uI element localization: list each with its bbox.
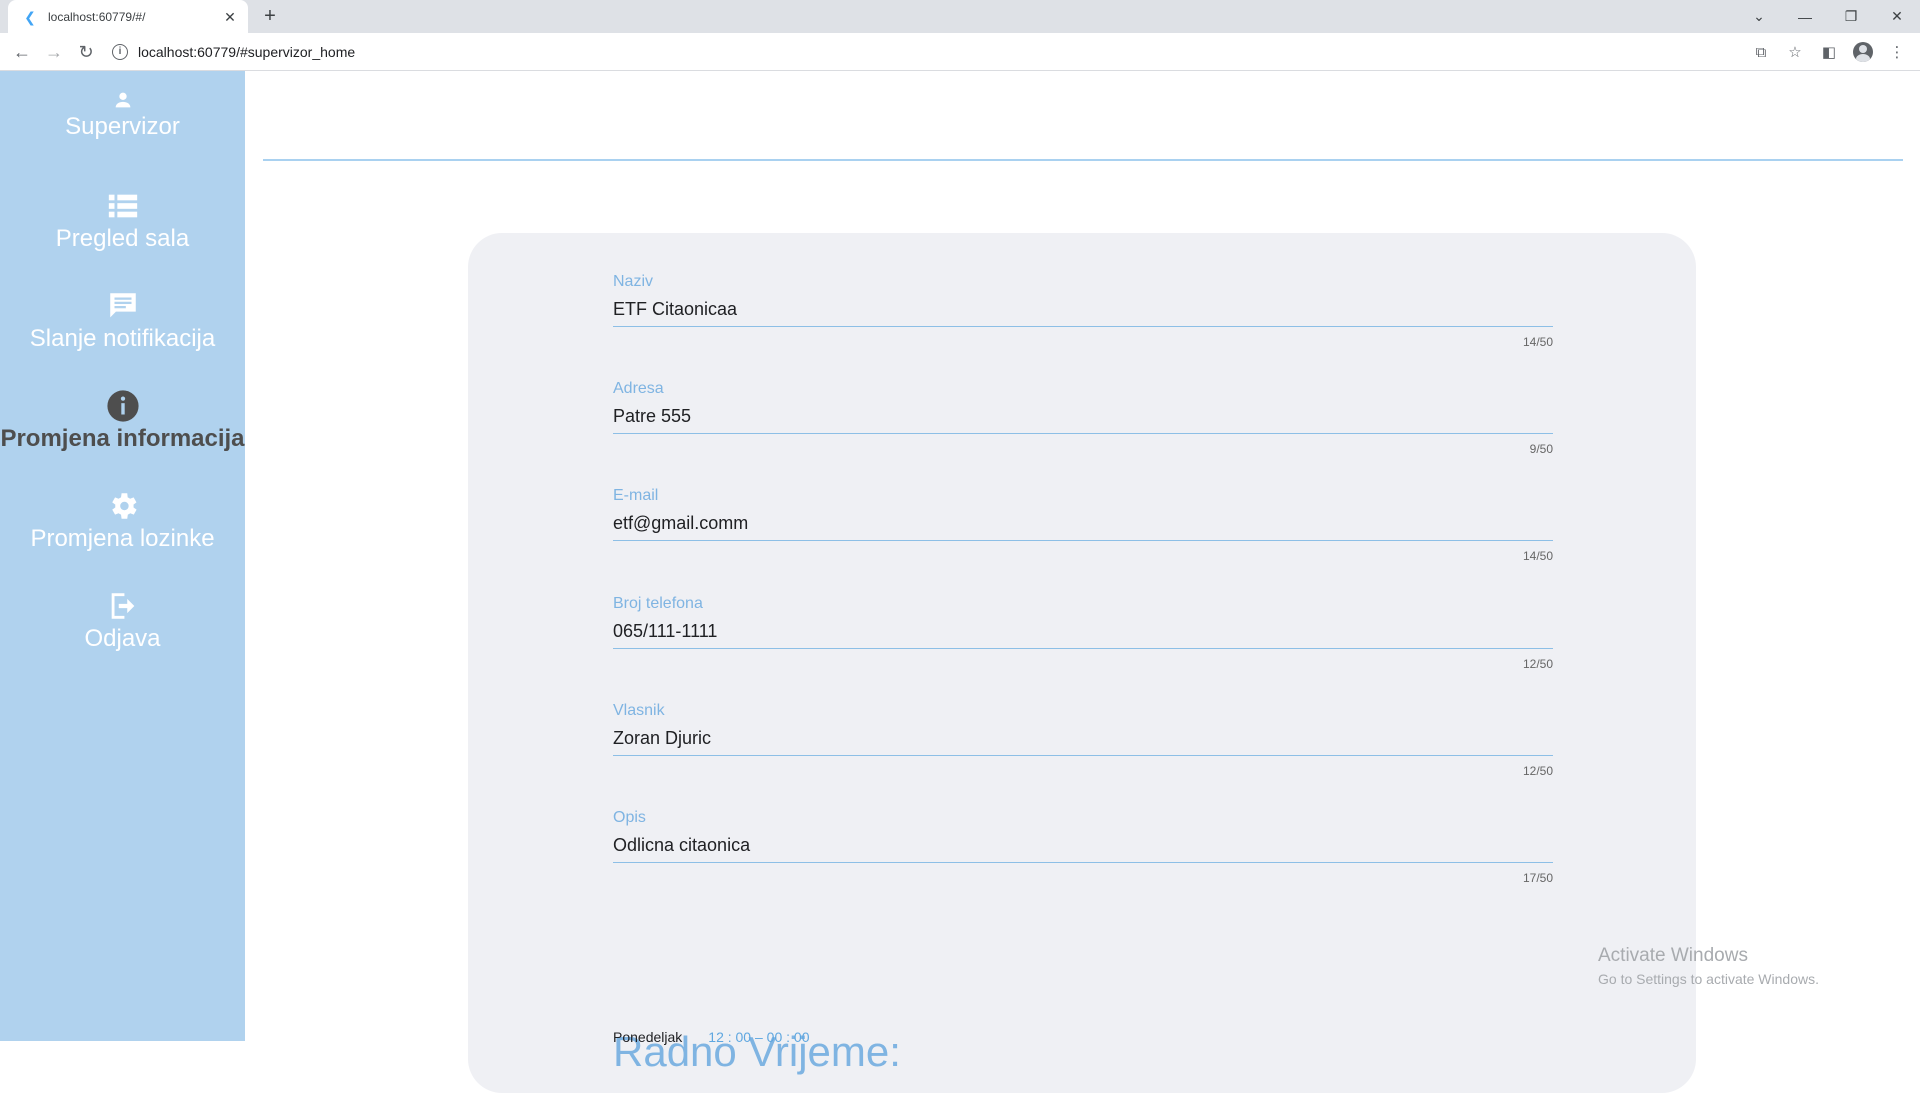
back-button[interactable]: ← bbox=[8, 38, 36, 66]
field-label: Naziv bbox=[613, 273, 654, 290]
list-icon bbox=[108, 194, 137, 218]
sidebar-item-supervizor[interactable]: Supervizor bbox=[0, 89, 245, 141]
profile-icon bbox=[1853, 42, 1873, 62]
field-label: Vlasnik bbox=[613, 702, 665, 719]
info-icon bbox=[106, 390, 139, 422]
flutter-icon: ❮ bbox=[24, 8, 36, 25]
app: Supervizor Pregled sala Slanje notifikac… bbox=[0, 71, 1920, 1093]
opis-input[interactable]: Odlicna citaonica bbox=[613, 835, 1553, 863]
url-text[interactable]: localhost:60779/#supervizor_home bbox=[138, 44, 355, 60]
vlasnik-input[interactable]: Zoran Djuric bbox=[613, 728, 1553, 756]
minimize-button[interactable]: — bbox=[1782, 0, 1828, 33]
sidebar-item-label: Odjava bbox=[84, 625, 161, 652]
sidebar-item-label: Supervizor bbox=[65, 113, 180, 140]
browser-tab[interactable]: ❮ localhost:60779/#/ ✕ bbox=[8, 0, 248, 33]
naziv-input[interactable]: ETF Citaonicaa bbox=[613, 299, 1553, 327]
email-field[interactable]: E-mail etf@gmail.comm 14/50 bbox=[613, 487, 1553, 563]
browser-toolbar: ← → ↻ i localhost:60779/#supervizor_home… bbox=[0, 33, 1920, 71]
char-counter: 14/50 bbox=[1522, 549, 1553, 563]
char-counter: 14/50 bbox=[1522, 335, 1553, 349]
field-label: Broj telefona bbox=[613, 595, 703, 612]
field-label: E-mail bbox=[613, 487, 659, 504]
sidebar-item-slanje-notifikacija[interactable]: Slanje notifikacija bbox=[0, 289, 245, 353]
sidebar-item-label: Pregled sala bbox=[55, 225, 190, 252]
restore-button[interactable]: ❐ bbox=[1828, 0, 1874, 33]
chat-icon bbox=[109, 293, 136, 318]
toolbar-actions: ⧉ ☆ ◧ ⋮ bbox=[1746, 38, 1912, 66]
sidebar-item-odjava[interactable]: Odjava bbox=[0, 589, 245, 653]
char-counter: 12/50 bbox=[1522, 657, 1553, 671]
email-input[interactable]: etf@gmail.comm bbox=[613, 513, 1553, 541]
field-label: Opis bbox=[613, 809, 646, 826]
char-counter: 12/50 bbox=[1522, 764, 1553, 778]
sidebar-item-pregled-sala[interactable]: Pregled sala bbox=[0, 189, 245, 253]
char-counter: 17/50 bbox=[1522, 871, 1553, 885]
working-hours-row: Ponedeljak 12 : 00 – 00 : 00 bbox=[613, 1029, 809, 1045]
vlasnik-field[interactable]: Vlasnik Zoran Djuric 12/50 bbox=[613, 702, 1553, 778]
person-icon bbox=[115, 92, 130, 108]
header-divider bbox=[263, 159, 1903, 161]
adresa-input[interactable]: Patre 555 bbox=[613, 406, 1553, 434]
sidebar-item-promjena-informacija[interactable]: Promjena informacija bbox=[0, 389, 245, 453]
close-tab-icon[interactable]: ✕ bbox=[222, 9, 238, 25]
watermark-subtitle: Go to Settings to activate Windows. bbox=[1598, 971, 1819, 987]
site-info-icon[interactable]: i bbox=[112, 44, 128, 60]
day-label: Ponedeljak bbox=[613, 1029, 683, 1045]
sidebar-item-label: Promjena lozinke bbox=[30, 525, 215, 552]
info-form-card: Naziv ETF Citaonicaa 14/50 Adresa Patre … bbox=[468, 233, 1696, 1093]
bookmark-star-icon[interactable]: ☆ bbox=[1780, 38, 1810, 66]
naziv-field[interactable]: Naziv ETF Citaonicaa 14/50 bbox=[613, 273, 1553, 349]
address-bar[interactable]: i localhost:60779/#supervizor_home bbox=[108, 37, 1788, 67]
browser-tab-bar: ❮ localhost:60779/#/ ✕ + ⌄ — ❐ ✕ bbox=[0, 0, 1920, 33]
activate-windows-watermark: Activate Windows Go to Settings to activ… bbox=[1598, 945, 1819, 987]
profile-button[interactable] bbox=[1848, 38, 1878, 66]
close-window-button[interactable]: ✕ bbox=[1874, 0, 1920, 33]
logout-icon bbox=[111, 593, 134, 619]
sidebar-item-label: Slanje notifikacija bbox=[29, 325, 216, 352]
share-icon[interactable]: ⧉ bbox=[1746, 38, 1776, 66]
menu-icon[interactable]: ⋮ bbox=[1882, 38, 1912, 66]
forward-button[interactable]: → bbox=[40, 38, 68, 66]
phone-input[interactable]: 065/111-1111 bbox=[613, 621, 1553, 649]
sidebar: Supervizor Pregled sala Slanje notifikac… bbox=[0, 71, 245, 1041]
tab-search-icon[interactable]: ⌄ bbox=[1736, 0, 1782, 33]
sidebar-item-label: Promjena informacija bbox=[0, 425, 245, 452]
broj-telefona-field[interactable]: Broj telefona 065/111-1111 12/50 bbox=[613, 595, 1553, 671]
adresa-field[interactable]: Adresa Patre 555 9/50 bbox=[613, 380, 1553, 456]
reload-button[interactable]: ↻ bbox=[72, 38, 100, 66]
opis-field[interactable]: Opis Odlicna citaonica 17/50 bbox=[613, 809, 1553, 885]
gear-icon bbox=[111, 493, 137, 519]
tab-title: localhost:60779/#/ bbox=[48, 9, 146, 24]
field-label: Adresa bbox=[613, 380, 664, 397]
main-content: Naziv ETF Citaonicaa 14/50 Adresa Patre … bbox=[245, 71, 1920, 1093]
side-panel-icon[interactable]: ◧ bbox=[1814, 38, 1844, 66]
time-range[interactable]: 12 : 00 – 00 : 00 bbox=[708, 1029, 809, 1045]
new-tab-button[interactable]: + bbox=[258, 4, 282, 28]
watermark-title: Activate Windows bbox=[1598, 945, 1748, 966]
window-controls: ⌄ — ❐ ✕ bbox=[1736, 0, 1920, 33]
sidebar-item-promjena-lozinke[interactable]: Promjena lozinke bbox=[0, 489, 245, 553]
char-counter: 9/50 bbox=[1529, 442, 1553, 456]
